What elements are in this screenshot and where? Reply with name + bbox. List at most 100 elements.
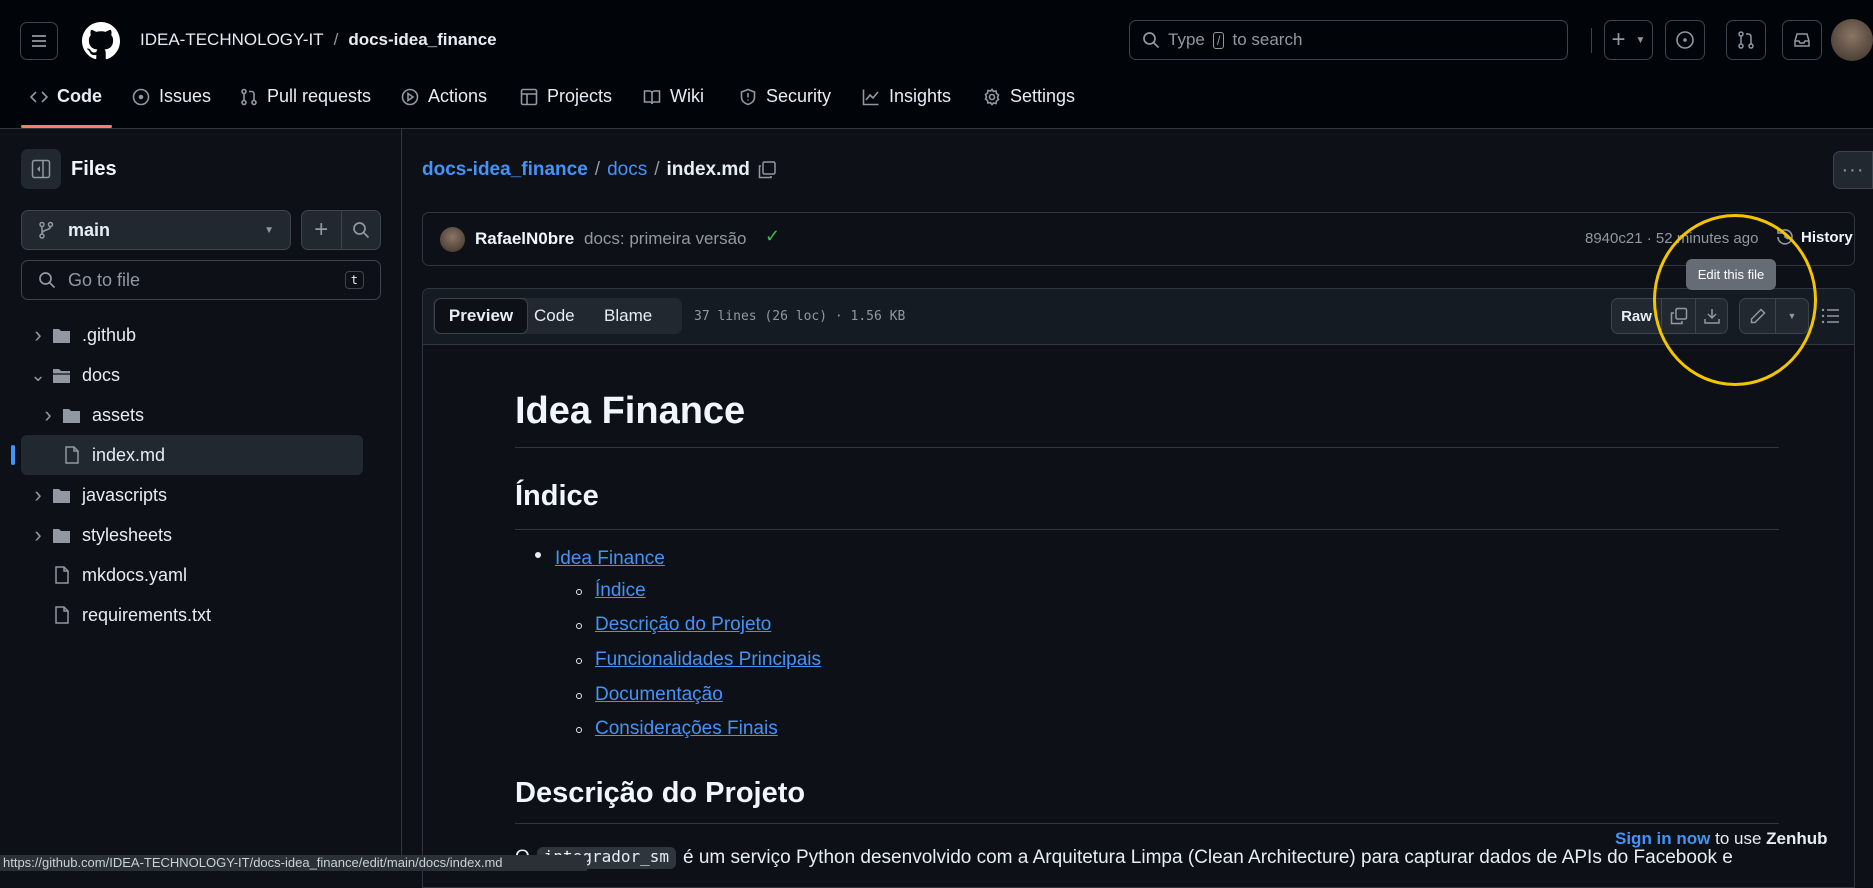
paragraph-text: é um serviço Python desenvolvido com a A…: [683, 847, 1733, 868]
menu-button[interactable]: [20, 22, 58, 60]
tab-settings[interactable]: Settings: [983, 86, 1075, 107]
search-icon: [1143, 32, 1160, 49]
list-unordered-icon: [1821, 308, 1839, 324]
tab-actions[interactable]: Actions: [401, 86, 487, 107]
file-info: 37 lines (26 loc) · 1.56 KB: [694, 309, 906, 324]
breadcrumb-folder-link[interactable]: docs: [607, 159, 647, 181]
breadcrumb-separator: /: [654, 159, 660, 180]
divider: [1591, 28, 1592, 53]
file-icon: [65, 446, 79, 464]
folder-open-icon: [53, 369, 70, 383]
zenhub-sign-in-link[interactable]: Sign in now: [1615, 829, 1710, 848]
search-input[interactable]: Type / to search: [1129, 20, 1568, 60]
tooltip-text: Edit this file: [1697, 267, 1765, 282]
user-avatar[interactable]: [1831, 19, 1873, 61]
search-shortcut-key: /: [1212, 31, 1225, 49]
tab-label: Code: [534, 306, 575, 325]
toc-link[interactable]: Considerações Finais: [595, 718, 778, 740]
book-icon: [643, 89, 661, 104]
files-title: Files: [71, 158, 117, 180]
play-icon: [401, 88, 419, 105]
commit-message[interactable]: docs: primeira versão: [584, 229, 747, 249]
branch-selector[interactable]: main ▼: [21, 210, 291, 250]
zenhub-text: to use: [1715, 829, 1762, 848]
file-tree-item[interactable]: mkdocs.yaml: [21, 555, 361, 595]
toc-link[interactable]: Índice: [595, 580, 646, 602]
zenhub-banner: Sign in now to use Zenhub: [1615, 829, 1828, 849]
tab-projects[interactable]: Projects: [520, 86, 612, 107]
breadcrumb: docs-idea_finance / docs / index.md: [422, 159, 777, 181]
pull-request-icon: [1738, 31, 1754, 49]
copy-path-icon[interactable]: [757, 160, 777, 180]
repo-link[interactable]: docs-idea_finance: [348, 30, 496, 50]
sidebar-collapse-icon: [31, 159, 51, 179]
markdown-h1: Idea Finance: [515, 390, 746, 432]
tab-code-view[interactable]: Code: [534, 306, 575, 326]
top-header: IDEA-TECHNOLOGY-IT / docs-idea_finance T…: [0, 0, 1873, 129]
tab-label: Projects: [547, 86, 613, 106]
file-tree-item[interactable]: ⌄ docs: [21, 355, 361, 395]
file-tree-item-label: mkdocs.yaml: [82, 564, 188, 585]
markdown-h2: Índice: [515, 480, 599, 512]
bullet: [576, 589, 582, 595]
toc-link[interactable]: Idea Finance: [555, 548, 665, 570]
caret-down-icon: ▼: [1635, 34, 1646, 46]
create-new-button[interactable]: + ▼: [1604, 20, 1653, 60]
breadcrumb-repo-link[interactable]: docs-idea_finance: [422, 159, 588, 181]
branch-icon: [39, 221, 54, 239]
shield-icon: [740, 88, 756, 105]
file-tree-item[interactable]: index.md: [11, 435, 363, 475]
search-files-button[interactable]: [342, 211, 381, 249]
tab-label: Pull requests: [267, 86, 372, 106]
pull-requests-button[interactable]: [1726, 20, 1766, 60]
bullet: [576, 658, 582, 664]
tab-issues[interactable]: Issues: [132, 86, 211, 107]
file-toolbar: Preview Code Blame 37 lines (26 loc) · 1…: [423, 289, 1854, 345]
breadcrumb-separator: /: [594, 159, 601, 180]
collapse-sidebar-button[interactable]: [21, 149, 61, 189]
kebab-horizontal-icon: ···: [1841, 158, 1865, 181]
inbox-button[interactable]: [1782, 20, 1822, 60]
toc-link[interactable]: Documentação: [595, 684, 723, 706]
tab-preview[interactable]: Preview: [434, 298, 528, 334]
outline-button[interactable]: [1821, 306, 1841, 331]
add-file-button[interactable]: +: [302, 211, 342, 249]
tab-security[interactable]: Security: [739, 86, 831, 107]
tab-label: Insights: [889, 86, 952, 106]
chevron-right-icon: ›: [44, 402, 52, 427]
table-icon: [520, 88, 538, 105]
edit-tooltip: Edit this file: [1686, 259, 1776, 290]
markdown-paragraph: O integrador_sm é um serviço Python dese…: [515, 847, 1733, 869]
folder-icon: [53, 329, 70, 343]
divider: [515, 447, 1779, 448]
tab-insights[interactable]: Insights: [862, 86, 951, 107]
divider: [515, 529, 1779, 530]
commit-author[interactable]: RafaelN0bre: [475, 229, 574, 249]
file-tree-item-label: docs: [82, 364, 121, 385]
more-options-button[interactable]: ···: [1833, 151, 1873, 189]
tab-wiki[interactable]: Wiki: [643, 86, 704, 107]
file-tree-item[interactable]: › assets: [21, 395, 361, 435]
tab-label: Security: [766, 86, 832, 106]
history-label: History: [1801, 228, 1853, 246]
toc-link[interactable]: Descrição do Projeto: [595, 614, 771, 636]
tab-pull-requests[interactable]: Pull requests: [240, 86, 371, 107]
author-avatar[interactable]: [440, 227, 465, 252]
github-logo-icon[interactable]: [82, 22, 120, 60]
tab-blame[interactable]: Blame: [604, 306, 652, 326]
issues-button[interactable]: [1665, 20, 1705, 60]
go-to-file-input[interactable]: Go to file t: [21, 260, 381, 300]
file-tree-item[interactable]: requirements.txt: [21, 595, 361, 635]
inbox-icon: [1794, 33, 1810, 47]
file-tree-item[interactable]: › javascripts: [21, 475, 361, 515]
hamburger-icon: [32, 35, 46, 47]
tab-code[interactable]: Code: [30, 86, 102, 107]
raw-label: Raw: [1621, 307, 1652, 325]
file-tree-item[interactable]: › .github: [21, 315, 361, 355]
file-icon: [55, 566, 69, 584]
toc-link[interactable]: Funcionalidades Principais: [595, 649, 821, 671]
file-tree-item[interactable]: › stylesheets: [21, 515, 361, 555]
owner-link[interactable]: IDEA-TECHNOLOGY-IT: [140, 30, 324, 50]
pull-request-icon: [241, 88, 257, 105]
chevron-right-icon: ›: [34, 482, 42, 507]
